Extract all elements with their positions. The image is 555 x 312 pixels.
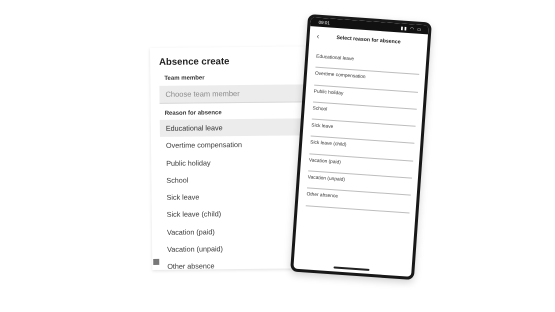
phone-title: Select reason for absence [336,35,401,46]
mobile-phone: 09:01 ▮▮ ◠ ▭ ‹ Select reason for absence… [290,13,432,281]
panel-title: Absence create [159,56,230,68]
reason-option[interactable]: Educational leave [159,118,321,138]
phone-reason-list: Educational leave Overtime compensation … [305,50,421,214]
status-time: 09:01 [318,19,331,26]
team-member-label: Team member [164,75,205,82]
team-member-placeholder: Choose team member [165,89,240,99]
scroll-marker-icon [153,258,160,265]
reason-label: Reason for absence [164,110,222,117]
team-member-select[interactable]: Choose team member [159,84,321,104]
phone-header: ‹ Select reason for absence [309,31,428,53]
home-indicator [333,266,370,271]
reason-option[interactable]: Overtime compensation [160,136,321,155]
status-icons: ▮▮ ◠ ▭ [400,25,423,32]
